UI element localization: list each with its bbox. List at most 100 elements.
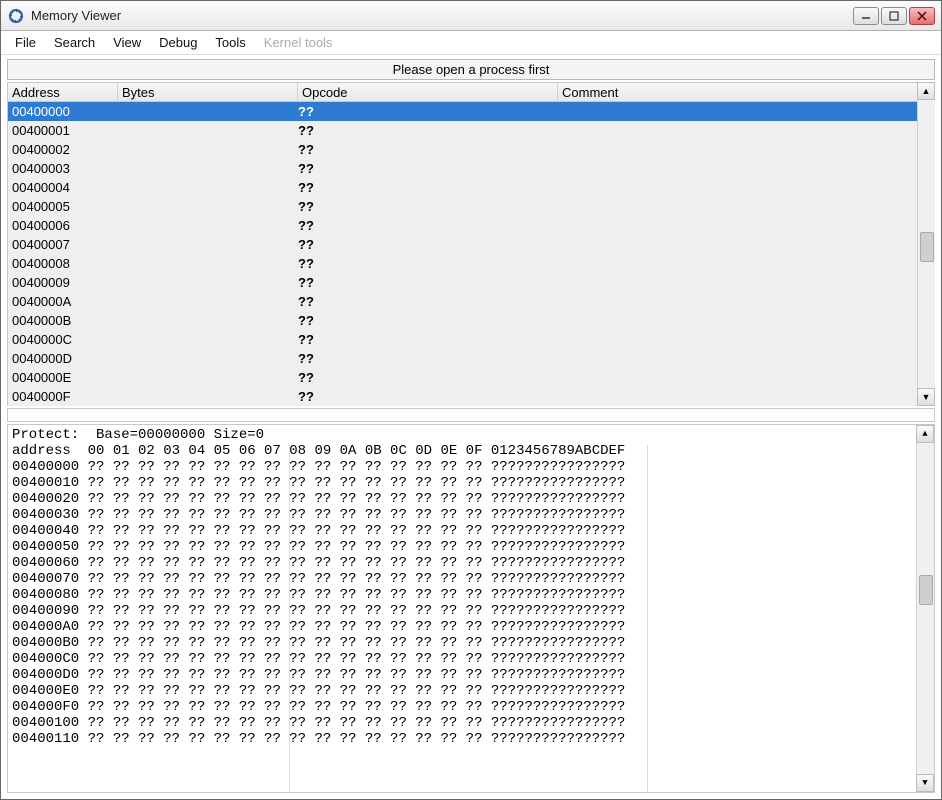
cell-opcode: ?? bbox=[298, 368, 558, 387]
cell-opcode: ?? bbox=[298, 349, 558, 368]
table-row[interactable]: 00400004?? bbox=[8, 178, 934, 197]
cell-address: 0040000E bbox=[8, 368, 118, 387]
table-row[interactable]: 0040000C?? bbox=[8, 330, 934, 349]
cell-address: 00400008 bbox=[8, 254, 118, 273]
status-message: Please open a process first bbox=[7, 59, 935, 80]
table-row[interactable]: 00400008?? bbox=[8, 254, 934, 273]
menu-file[interactable]: File bbox=[7, 33, 44, 52]
title-bar[interactable]: Memory Viewer bbox=[1, 1, 941, 31]
cell-opcode: ?? bbox=[298, 216, 558, 235]
table-row[interactable]: 00400006?? bbox=[8, 216, 934, 235]
column-comment[interactable]: Comment bbox=[558, 83, 934, 101]
splitter[interactable] bbox=[7, 408, 935, 422]
cell-address: 00400001 bbox=[8, 121, 118, 140]
scroll-up-icon[interactable]: ▲ bbox=[916, 425, 934, 443]
cell-address: 0040000A bbox=[8, 292, 118, 311]
scroll-up-icon[interactable]: ▲ bbox=[917, 82, 935, 100]
cell-comment bbox=[558, 330, 934, 349]
cell-address: 0040000F bbox=[8, 387, 118, 406]
scroll-down-icon[interactable]: ▼ bbox=[916, 774, 934, 792]
column-opcode[interactable]: Opcode bbox=[298, 83, 558, 101]
cell-opcode: ?? bbox=[298, 387, 558, 406]
cell-address: 00400002 bbox=[8, 140, 118, 159]
hex-content[interactable]: Protect: Base=00000000 Size=0 address 00… bbox=[8, 425, 934, 749]
scroll-thumb[interactable] bbox=[920, 232, 934, 262]
cell-bytes bbox=[118, 330, 298, 349]
table-row[interactable]: 0040000B?? bbox=[8, 311, 934, 330]
table-row[interactable]: 0040000E?? bbox=[8, 368, 934, 387]
cell-opcode: ?? bbox=[298, 330, 558, 349]
cell-comment bbox=[558, 178, 934, 197]
cell-address: 0040000B bbox=[8, 311, 118, 330]
cell-address: 00400000 bbox=[8, 102, 118, 121]
cell-bytes bbox=[118, 197, 298, 216]
cell-opcode: ?? bbox=[298, 311, 558, 330]
cell-opcode: ?? bbox=[298, 140, 558, 159]
table-row[interactable]: 00400002?? bbox=[8, 140, 934, 159]
table-row[interactable]: 0040000A?? bbox=[8, 292, 934, 311]
close-button[interactable] bbox=[909, 7, 935, 25]
cell-comment bbox=[558, 368, 934, 387]
menu-view[interactable]: View bbox=[105, 33, 149, 52]
cell-bytes bbox=[118, 159, 298, 178]
cell-opcode: ?? bbox=[298, 254, 558, 273]
menu-search[interactable]: Search bbox=[46, 33, 103, 52]
cell-comment bbox=[558, 387, 934, 406]
cell-comment bbox=[558, 140, 934, 159]
cell-comment bbox=[558, 349, 934, 368]
table-row[interactable]: 00400007?? bbox=[8, 235, 934, 254]
cell-address: 00400007 bbox=[8, 235, 118, 254]
column-address[interactable]: Address bbox=[8, 83, 118, 101]
column-bytes[interactable]: Bytes bbox=[118, 83, 298, 101]
cell-address: 00400006 bbox=[8, 216, 118, 235]
table-row[interactable]: 00400001?? bbox=[8, 121, 934, 140]
cell-comment bbox=[558, 235, 934, 254]
cell-address: 00400003 bbox=[8, 159, 118, 178]
cell-bytes bbox=[118, 235, 298, 254]
cell-opcode: ?? bbox=[298, 292, 558, 311]
table-row[interactable]: 00400005?? bbox=[8, 197, 934, 216]
cell-bytes bbox=[118, 273, 298, 292]
cell-comment bbox=[558, 292, 934, 311]
app-icon bbox=[7, 7, 25, 25]
cell-comment bbox=[558, 197, 934, 216]
cell-bytes bbox=[118, 102, 298, 121]
cell-bytes bbox=[118, 292, 298, 311]
cell-bytes bbox=[118, 311, 298, 330]
table-row[interactable]: 00400000?? bbox=[8, 102, 934, 121]
cell-opcode: ?? bbox=[298, 121, 558, 140]
cell-bytes bbox=[118, 140, 298, 159]
cell-bytes bbox=[118, 387, 298, 406]
disassembly-rows[interactable]: 00400000??00400001??00400002??00400003??… bbox=[8, 102, 934, 406]
cell-address: 0040000D bbox=[8, 349, 118, 368]
cell-comment bbox=[558, 311, 934, 330]
column-headers: Address Bytes Opcode Comment bbox=[8, 82, 934, 102]
menu-kernel-tools: Kernel tools bbox=[256, 33, 341, 52]
cell-comment bbox=[558, 254, 934, 273]
hex-dump-panel[interactable]: Protect: Base=00000000 Size=0 address 00… bbox=[7, 424, 935, 793]
table-row[interactable]: 00400009?? bbox=[8, 273, 934, 292]
hex-scrollbar[interactable]: ▲ ▼ bbox=[916, 425, 934, 792]
cell-opcode: ?? bbox=[298, 235, 558, 254]
maximize-button[interactable] bbox=[881, 7, 907, 25]
cell-comment bbox=[558, 159, 934, 178]
menu-debug[interactable]: Debug bbox=[151, 33, 205, 52]
cell-comment bbox=[558, 273, 934, 292]
scroll-down-icon[interactable]: ▼ bbox=[917, 388, 935, 406]
disasm-scrollbar[interactable]: ▲ ▼ bbox=[917, 82, 935, 406]
table-row[interactable]: 0040000D?? bbox=[8, 349, 934, 368]
cell-bytes bbox=[118, 216, 298, 235]
cell-bytes bbox=[118, 349, 298, 368]
cell-bytes bbox=[118, 254, 298, 273]
table-row[interactable]: 0040000F?? bbox=[8, 387, 934, 406]
cell-opcode: ?? bbox=[298, 197, 558, 216]
cell-address: 00400009 bbox=[8, 273, 118, 292]
scroll-thumb[interactable] bbox=[919, 575, 933, 605]
cell-opcode: ?? bbox=[298, 273, 558, 292]
window-controls bbox=[853, 7, 935, 25]
table-row[interactable]: 00400003?? bbox=[8, 159, 934, 178]
minimize-button[interactable] bbox=[853, 7, 879, 25]
menu-tools[interactable]: Tools bbox=[207, 33, 253, 52]
menu-bar: File Search View Debug Tools Kernel tool… bbox=[1, 31, 941, 55]
cell-comment bbox=[558, 121, 934, 140]
